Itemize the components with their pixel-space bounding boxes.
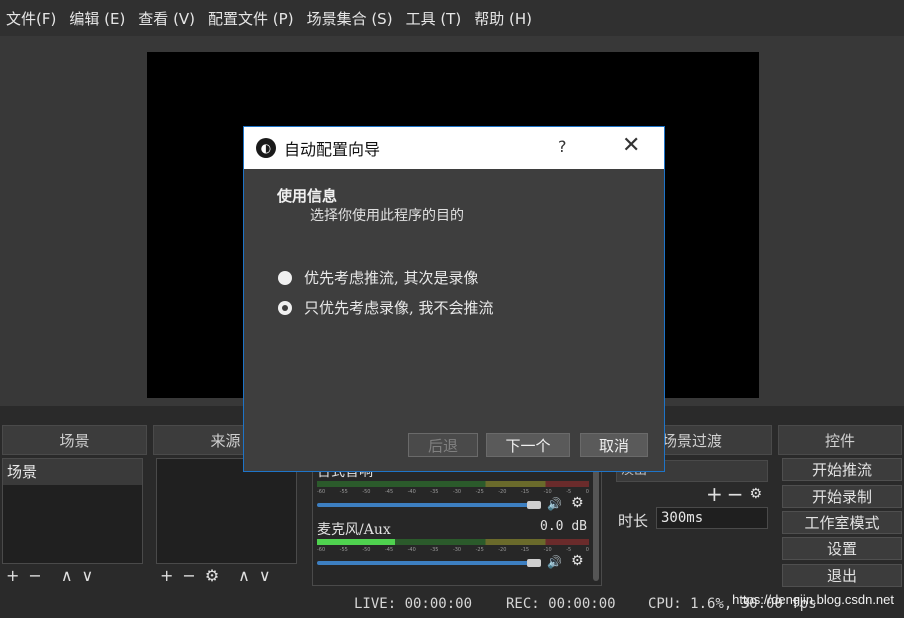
mic-audio-speaker-icon[interactable]: 🔊 [547,555,562,569]
mic-audio-meter [317,539,589,545]
mixer-scrollbar[interactable] [593,463,599,581]
desktop-audio-settings-icon[interactable]: ⚙ [571,495,584,511]
menu-profile[interactable]: 配置文件 (P) [208,8,294,29]
scene-item[interactable]: 场景 [3,459,142,485]
menu-bar: 文件(F) 编辑 (E) 查看 (V) 配置文件 (P) 场景集合 (S) 工具… [0,0,904,36]
add-transition-button[interactable]: + [706,482,723,506]
add-source-button[interactable]: + [160,566,173,585]
mic-audio-volume-handle[interactable] [527,559,541,567]
mic-audio-db: 0.0 dB [540,519,587,534]
move-scene-down-button[interactable]: ∨ [82,566,94,585]
start-recording-button[interactable]: 开始录制 [782,485,902,508]
settings-button[interactable]: 设置 [782,537,902,560]
back-button[interactable]: 后退 [408,433,478,457]
scenes-toolbar: + − ∧ ∨ [6,563,102,587]
help-button[interactable]: ? [558,137,567,156]
remove-scene-button[interactable]: − [28,566,41,585]
duration-input[interactable]: 300ms [656,507,768,529]
mic-audio-settings-icon[interactable]: ⚙ [571,553,584,569]
sources-toolbar: + − ⚙ ∧ ∨ [160,563,280,587]
cancel-button[interactable]: 取消 [580,433,648,457]
mic-audio-ticks: -60 -55 -50 -45 -40 -35 -30 -25 -20 -15 -10 -5 0 [317,547,589,553]
audio-mixer: 台式音响 0.0 dB -60-55-50-45-40-35-30-25-20-… [312,458,602,586]
option-record-only-label: 只优先考虑录像, 我不会推流 [304,299,494,317]
duration-label: 时长 [618,512,649,530]
remove-source-button[interactable]: − [182,566,195,585]
mic-audio-volume-slider[interactable] [317,561,529,565]
desktop-audio-volume-slider[interactable] [317,503,529,507]
dialog-titlebar: ◐ 自动配置向导 ? ✕ [244,127,664,169]
auto-config-dialog: ◐ 自动配置向导 ? ✕ 使用信息 选择你使用此程序的目的 优先考虑推流, 其次… [243,126,665,472]
source-list [156,458,297,564]
option-record-only[interactable]: 只优先考虑录像, 我不会推流 [278,297,494,318]
close-icon[interactable]: ✕ [622,133,640,158]
transition-settings-icon[interactable]: ⚙ [750,486,763,502]
remove-transition-button[interactable]: − [727,482,744,506]
mic-audio-meter-fill [317,539,395,545]
exit-button[interactable]: 退出 [782,564,902,587]
studio-mode-button[interactable]: 工作室模式 [782,511,902,534]
add-scene-button[interactable]: + [6,566,19,585]
dialog-title: 自动配置向导 [284,142,381,159]
status-bar: LIVE: 00:00:00 REC: 00:00:00 CPU: 1.6%, … [0,592,904,618]
menu-file[interactable]: 文件(F) [6,8,56,29]
scene-list: 场景 [2,458,143,564]
dialog-heading: 使用信息 [277,187,338,205]
rec-status: REC: 00:00:00 [506,596,616,612]
option-stream-priority[interactable]: 优先考虑推流, 其次是录像 [278,267,479,288]
menu-edit[interactable]: 编辑 (E) [69,8,125,29]
menu-scene-collection[interactable]: 场景集合 (S) [307,8,393,29]
move-source-down-button[interactable]: ∨ [259,566,271,585]
controls-dock-header: 控件 [778,425,902,455]
start-streaming-button[interactable]: 开始推流 [782,458,902,481]
dialog-subheading: 选择你使用此程序的目的 [310,208,464,224]
desktop-audio-ticks: -60 -55 -50 -45 -40 -35 -30 -25 -20 -15 -10 -5 0 [317,489,589,495]
menu-help[interactable]: 帮助 (H) [474,8,532,29]
desktop-audio-volume-handle[interactable] [527,501,541,509]
move-source-up-button[interactable]: ∧ [238,566,250,585]
desktop-audio-meter [317,481,589,487]
option-stream-priority-label: 优先考虑推流, 其次是录像 [304,269,479,287]
live-status: LIVE: 00:00:00 [354,596,473,612]
obs-logo-icon: ◐ [256,138,276,158]
watermark-text: https://dengjin.blog.csdn.net [732,592,894,607]
mic-audio-name: 麦克风/Aux [317,522,391,538]
radio-stream-priority[interactable] [278,270,292,285]
menu-view[interactable]: 查看 (V) [138,8,195,29]
source-settings-icon[interactable]: ⚙ [205,566,219,585]
menu-tools[interactable]: 工具 (T) [406,8,462,29]
transitions-toolbar: + − ⚙ [706,482,771,506]
scenes-dock-header: 场景 [2,425,147,455]
desktop-audio-speaker-icon[interactable]: 🔊 [547,497,562,511]
move-scene-up-button[interactable]: ∧ [61,566,73,585]
next-button[interactable]: 下一个 [486,433,570,457]
radio-record-only[interactable] [278,300,292,315]
